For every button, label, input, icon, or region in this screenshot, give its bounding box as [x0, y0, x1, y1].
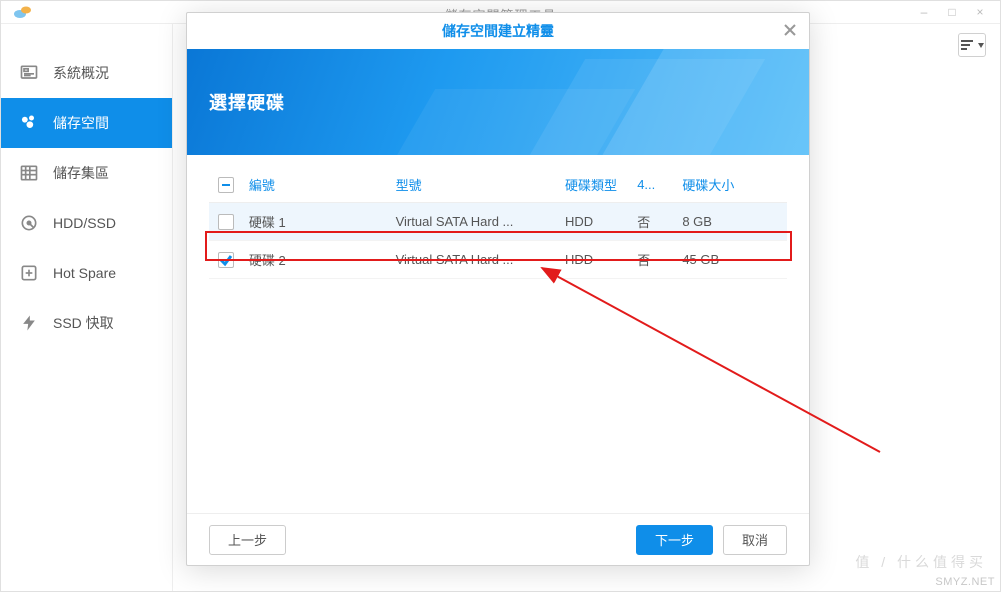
cell-4k: 否	[631, 241, 676, 279]
sidebar-item-label: HDD/SSD	[53, 215, 116, 231]
cell-num: 硬碟 1	[243, 203, 390, 241]
overview-icon	[17, 61, 41, 85]
dialog-footer: 上一步 下一步 取消	[187, 513, 809, 565]
sidebar-item-hotspare[interactable]: Hot Spare	[1, 248, 172, 298]
sidebar-item-overview[interactable]: 系統概況	[1, 48, 172, 98]
sidebar-item-hdd[interactable]: HDD/SSD	[1, 198, 172, 248]
ssdcache-icon	[17, 311, 41, 335]
sidebar-item-label: 儲存集區	[53, 163, 109, 183]
cell-num: 硬碟 2	[243, 241, 390, 279]
back-button[interactable]: 上一步	[209, 525, 286, 555]
app-logo-icon	[13, 3, 33, 21]
watermark-cn: 值 / 什么值得买	[855, 552, 987, 572]
sidebar-item-label: SSD 快取	[53, 313, 114, 333]
table-header-row: 編號 型號 硬碟類型 4... 硬碟大小	[209, 167, 787, 203]
col-header-4k[interactable]: 4...	[631, 167, 676, 203]
cell-size: 8 GB	[676, 203, 766, 241]
table-row[interactable]: 硬碟 2 Virtual SATA Hard ... HDD 否 45 GB	[209, 241, 787, 279]
disk-table: 編號 型號 硬碟類型 4... 硬碟大小 硬碟 1 Virtual SATA H…	[209, 167, 787, 279]
select-all-checkbox[interactable]	[218, 177, 234, 193]
sidebar: 系統概況 儲存空間 儲存集區 HDD/SSD Hot Spare SSD 快取	[1, 24, 173, 591]
pool-icon	[17, 161, 41, 185]
close-window-button[interactable]: ×	[966, 1, 994, 23]
sidebar-item-ssdcache[interactable]: SSD 快取	[1, 298, 172, 348]
cell-model: Virtual SATA Hard ...	[390, 241, 559, 279]
banner-title: 選擇硬碟	[209, 89, 285, 115]
window-controls: – □ ×	[910, 1, 994, 23]
hotspare-icon	[17, 261, 41, 285]
hdd-icon	[17, 211, 41, 235]
sidebar-item-label: Hot Spare	[53, 265, 116, 281]
sidebar-item-volume[interactable]: 儲存空間	[1, 98, 172, 148]
dialog-title-bar: 儲存空間建立精靈	[187, 13, 809, 49]
cell-size: 45 GB	[676, 241, 766, 279]
watermark-en: SMYZ.NET	[935, 576, 995, 588]
dialog-title: 儲存空間建立精靈	[442, 21, 554, 41]
volume-icon	[17, 111, 41, 135]
col-header-model[interactable]: 型號	[390, 167, 559, 203]
col-header-size[interactable]: 硬碟大小	[676, 167, 766, 203]
wizard-dialog: 儲存空間建立精靈 選擇硬碟 編號 型號 硬碟類型 4... 硬碟大小	[186, 12, 810, 566]
sidebar-item-label: 儲存空間	[53, 113, 109, 133]
table-row[interactable]: 硬碟 1 Virtual SATA Hard ... HDD 否 8 GB	[209, 203, 787, 241]
next-button[interactable]: 下一步	[636, 525, 713, 555]
cell-model: Virtual SATA Hard ...	[390, 203, 559, 241]
sidebar-item-label: 系統概況	[53, 63, 109, 83]
sidebar-item-pool[interactable]: 儲存集區	[1, 148, 172, 198]
col-header-type[interactable]: 硬碟類型	[559, 167, 631, 203]
minimize-button[interactable]: –	[910, 1, 938, 23]
col-header-num[interactable]: 編號	[243, 167, 390, 203]
cell-type: HDD	[559, 203, 631, 241]
row-checkbox[interactable]	[218, 214, 234, 230]
cancel-button[interactable]: 取消	[723, 525, 787, 555]
dialog-close-button[interactable]	[781, 21, 799, 39]
maximize-button[interactable]: □	[938, 1, 966, 23]
cell-4k: 否	[631, 203, 676, 241]
row-checkbox[interactable]	[218, 252, 234, 268]
dialog-banner: 選擇硬碟	[187, 49, 809, 155]
dialog-body: 編號 型號 硬碟類型 4... 硬碟大小 硬碟 1 Virtual SATA H…	[187, 155, 809, 513]
cell-type: HDD	[559, 241, 631, 279]
